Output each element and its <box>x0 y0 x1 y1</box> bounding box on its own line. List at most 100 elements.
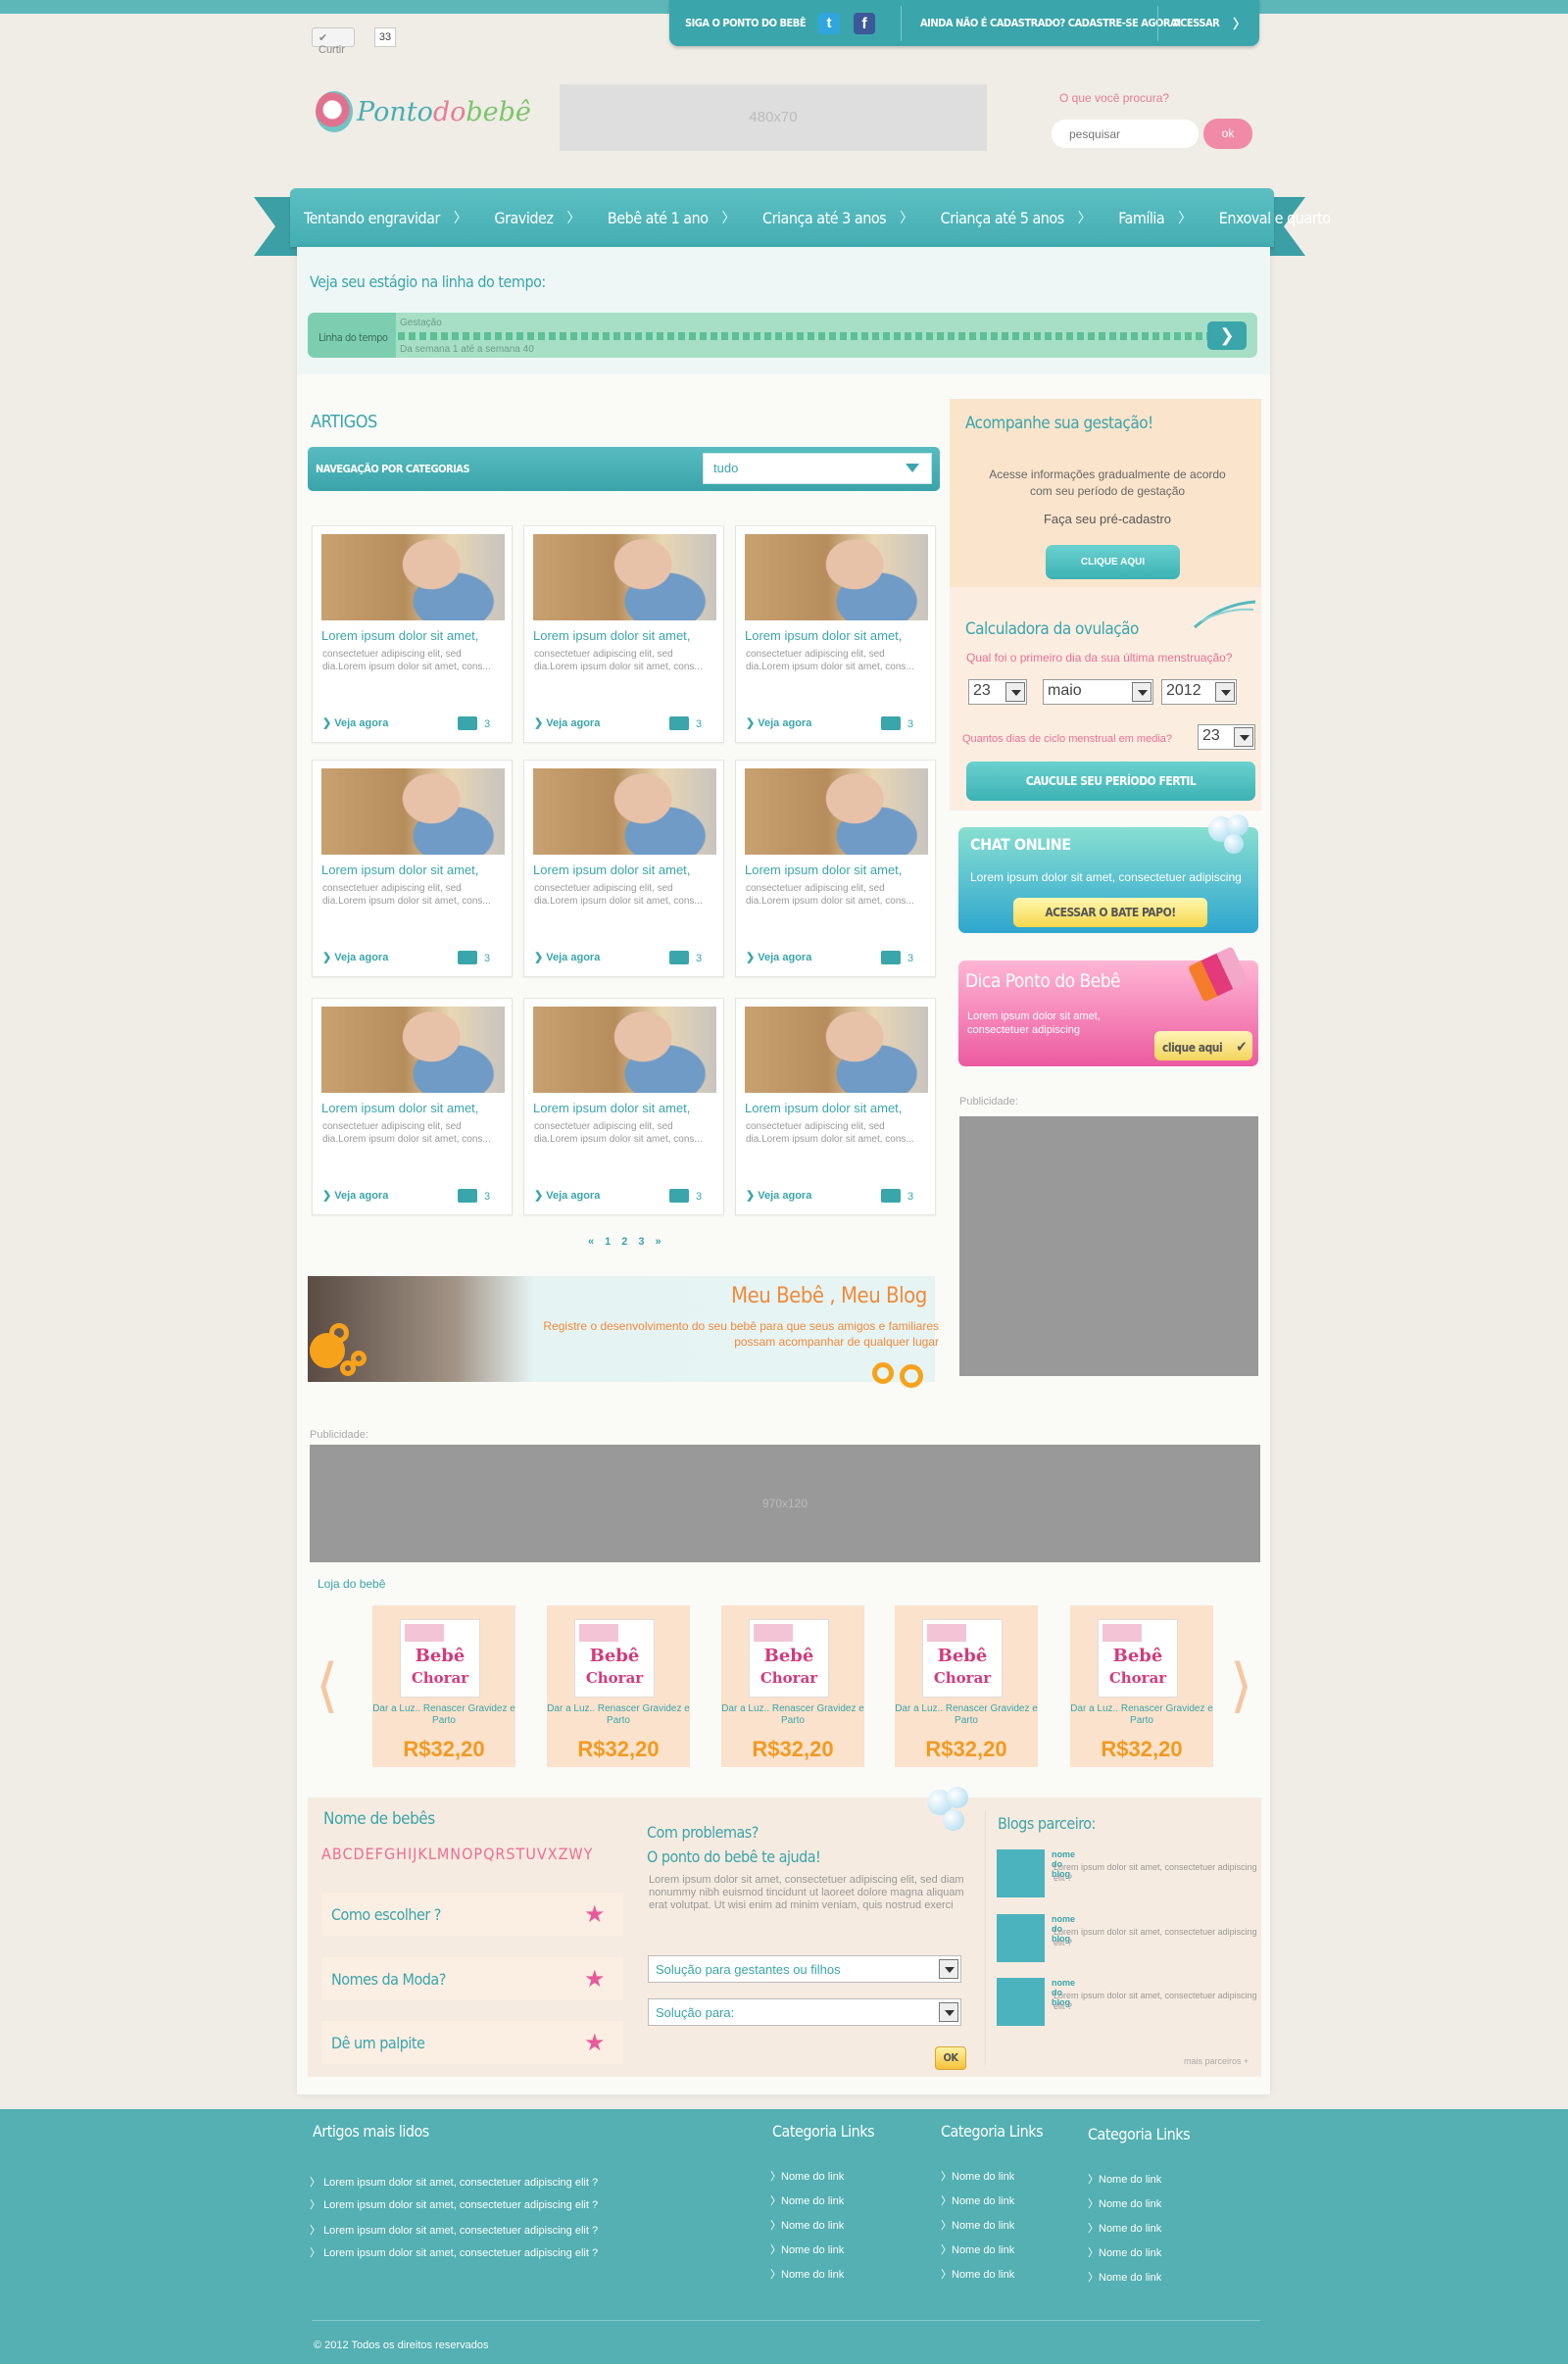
article-thumbnail[interactable] <box>745 768 928 855</box>
product-name[interactable]: Dar a Luz.. Renascer Gravidez e Parto <box>895 1703 1038 1727</box>
book-cover[interactable]: Bebê Chorar <box>574 1619 655 1698</box>
footer-link[interactable]: 〉Nome do link <box>1088 2195 1161 2211</box>
footer-link[interactable]: 〉Nome do link <box>941 2217 1014 2233</box>
article-title[interactable]: Lorem ipsum dolor sit amet, <box>745 862 931 877</box>
wide-ad[interactable]: 970x120 <box>310 1445 1260 1562</box>
footer-link[interactable]: 〉Nome do link <box>1088 2171 1161 2187</box>
chat-access-button[interactable]: ACESSAR O BATE PAPO! <box>1013 898 1207 927</box>
book-cover[interactable]: Bebê Chorar <box>922 1619 1003 1698</box>
product-name[interactable]: Dar a Luz.. Renascer Gravidez e Parto <box>547 1703 690 1727</box>
year-select[interactable]: 2012 <box>1161 679 1237 705</box>
article-title[interactable]: Lorem ipsum dolor sit amet, <box>321 1101 508 1115</box>
day-select[interactable]: 23 <box>968 679 1027 705</box>
read-more-link[interactable]: ❯ Veja agora <box>322 951 388 963</box>
product-name[interactable]: Dar a Luz.. Renascer Gravidez e Parto <box>1070 1703 1213 1727</box>
article-title[interactable]: Lorem ipsum dolor sit amet, <box>321 862 508 877</box>
nav-item-gravidez[interactable]: Gravidez 〉 <box>480 188 593 247</box>
article-card[interactable]: Lorem ipsum dolor sit amet, consectetuer … <box>735 760 936 977</box>
article-card[interactable]: Lorem ipsum dolor sit amet, consectetuer … <box>523 760 724 977</box>
pager-3[interactable]: 3 <box>638 1236 644 1248</box>
search-button[interactable]: ok <box>1203 119 1252 149</box>
facebook-icon[interactable]: f <box>854 0 875 46</box>
pager-prev[interactable]: « <box>588 1236 594 1248</box>
footer-link[interactable]: 〉Nome do link <box>770 2192 844 2208</box>
read-more-link[interactable]: ❯ Veja agora <box>746 716 811 729</box>
article-thumbnail[interactable] <box>533 768 716 855</box>
article-thumbnail[interactable] <box>745 1007 928 1093</box>
article-card[interactable]: Lorem ipsum dolor sit amet, consectetuer … <box>312 998 513 1215</box>
article-thumbnail[interactable] <box>745 534 928 620</box>
read-more-link[interactable]: ❯ Veja agora <box>534 716 600 729</box>
read-more-link[interactable]: ❯ Veja agora <box>534 951 600 963</box>
book-cover[interactable]: Bebê Chorar <box>749 1619 829 1698</box>
search-input[interactable] <box>1052 120 1199 148</box>
shop-prev-arrow-icon[interactable]: ⟨ <box>316 1651 338 1720</box>
footer-link[interactable]: 〉Nome do link <box>770 2168 844 2184</box>
article-thumbnail[interactable] <box>321 1007 505 1093</box>
article-title[interactable]: Lorem ipsum dolor sit amet, <box>745 628 931 643</box>
most-read-link[interactable]: 〉 Lorem ipsum dolor sit amet, consectetu… <box>310 2222 598 2238</box>
nav-item-tentando-engravidar[interactable]: Tentando engravidar 〉 <box>290 188 480 247</box>
product-card[interactable]: Bebê Chorar Dar a Luz.. Renascer Gravidez … <box>1070 1605 1213 1767</box>
product-card[interactable]: Bebê Chorar Dar a Luz.. Renascer Gravidez … <box>547 1605 690 1767</box>
footer-link[interactable]: 〉Nome do link <box>941 2168 1014 2184</box>
tip-button[interactable]: clique aqui ✔ <box>1154 1031 1252 1060</box>
chevron-down-icon[interactable] <box>906 464 919 472</box>
product-card[interactable]: Bebê Chorar Dar a Luz.. Renascer Gravidez … <box>721 1605 864 1767</box>
site-logo[interactable]: Pontodobebê <box>316 86 541 137</box>
more-partners-link[interactable]: mais parceiros + <box>1184 2056 1249 2066</box>
read-more-link[interactable]: ❯ Veja agora <box>534 1189 600 1202</box>
signup-link[interactable]: AINDA NÃO É CADASTRADO? CADASTRE-SE AGOR… <box>920 0 1182 46</box>
nav-item-enxoval[interactable]: Enxoval e quarto <box>1205 188 1345 247</box>
article-thumbnail[interactable] <box>533 1007 716 1093</box>
names-how-to-choose[interactable]: Como escolher ? ★ <box>321 1893 623 1936</box>
month-select[interactable]: maio <box>1043 679 1153 705</box>
cycle-select[interactable]: 23 <box>1198 724 1255 750</box>
article-card[interactable]: Lorem ipsum dolor sit amet, consectetuer … <box>523 525 724 743</box>
article-card[interactable]: Lorem ipsum dolor sit amet, consectetuer … <box>523 998 724 1215</box>
timeline-next-button[interactable]: ❯ <box>1207 321 1247 350</box>
names-trending[interactable]: Nomes da Moda? ★ <box>321 1957 623 2000</box>
header-ad[interactable]: 480x70 <box>560 84 987 151</box>
problems-ok-button[interactable]: OK <box>935 2046 966 2070</box>
product-card[interactable]: Bebê Chorar Dar a Luz.. Renascer Gravidez … <box>895 1605 1038 1767</box>
product-card[interactable]: Bebê Chorar Dar a Luz.. Renascer Gravidez … <box>372 1605 515 1767</box>
footer-link[interactable]: 〉Nome do link <box>1088 2220 1161 2236</box>
footer-link[interactable]: 〉Nome do link <box>770 2241 844 2257</box>
article-thumbnail[interactable] <box>321 768 505 855</box>
article-thumbnail[interactable] <box>533 534 716 620</box>
pager-1[interactable]: 1 <box>605 1236 611 1248</box>
facebook-like-button[interactable]: ✔ Curtir <box>312 27 355 56</box>
read-more-link[interactable]: ❯ Veja agora <box>322 1189 388 1202</box>
nav-item-crianca-3-anos[interactable]: Criança até 3 anos 〉 <box>749 188 927 247</box>
article-card[interactable]: Lorem ipsum dolor sit amet, consectetuer … <box>312 760 513 977</box>
nav-item-crianca-5-anos[interactable]: Criança até 5 anos 〉 <box>927 188 1105 247</box>
login-link[interactable]: ACESSAR 〉 <box>1173 0 1246 46</box>
article-title[interactable]: Lorem ipsum dolor sit amet, <box>321 628 508 643</box>
footer-link[interactable]: 〉Nome do link <box>941 2241 1014 2257</box>
most-read-link[interactable]: 〉 Lorem ipsum dolor sit amet, consectetu… <box>310 2244 598 2260</box>
read-more-link[interactable]: ❯ Veja agora <box>746 951 811 963</box>
book-cover[interactable]: Bebê Chorar <box>400 1619 480 1698</box>
article-title[interactable]: Lorem ipsum dolor sit amet, <box>533 1101 719 1115</box>
twitter-icon[interactable]: t <box>818 0 840 46</box>
timeline-track[interactable] <box>398 332 1207 340</box>
solution-select-2[interactable]: Solução para: <box>648 1998 961 2026</box>
read-more-link[interactable]: ❯ Veja agora <box>746 1189 811 1202</box>
category-select[interactable]: tudo <box>703 453 932 484</box>
article-title[interactable]: Lorem ipsum dolor sit amet, <box>533 862 719 877</box>
footer-link[interactable]: 〉Nome do link <box>1088 2244 1161 2260</box>
calculate-fertile-button[interactable]: CAUCULE SEU PERÍODO FERTIL <box>966 762 1255 801</box>
article-card[interactable]: Lorem ipsum dolor sit amet, consectetuer … <box>312 525 513 743</box>
shop-next-arrow-icon[interactable]: ⟩ <box>1230 1651 1252 1720</box>
article-card[interactable]: Lorem ipsum dolor sit amet, consectetuer … <box>735 998 936 1215</box>
footer-link[interactable]: 〉Nome do link <box>941 2192 1014 2208</box>
nav-item-familia[interactable]: Família 〉 <box>1104 188 1204 247</box>
names-suggest[interactable]: Dê um palpite ★ <box>321 2021 623 2064</box>
most-read-link[interactable]: 〉 Lorem ipsum dolor sit amet, consectetu… <box>310 2196 598 2212</box>
footer-link[interactable]: 〉Nome do link <box>770 2217 844 2233</box>
footer-link[interactable]: 〉Nome do link <box>1088 2269 1161 2285</box>
product-name[interactable]: Dar a Luz.. Renascer Gravidez e Parto <box>721 1703 864 1727</box>
product-name[interactable]: Dar a Luz.. Renascer Gravidez e Parto <box>372 1703 515 1727</box>
pager-2[interactable]: 2 <box>621 1236 627 1248</box>
